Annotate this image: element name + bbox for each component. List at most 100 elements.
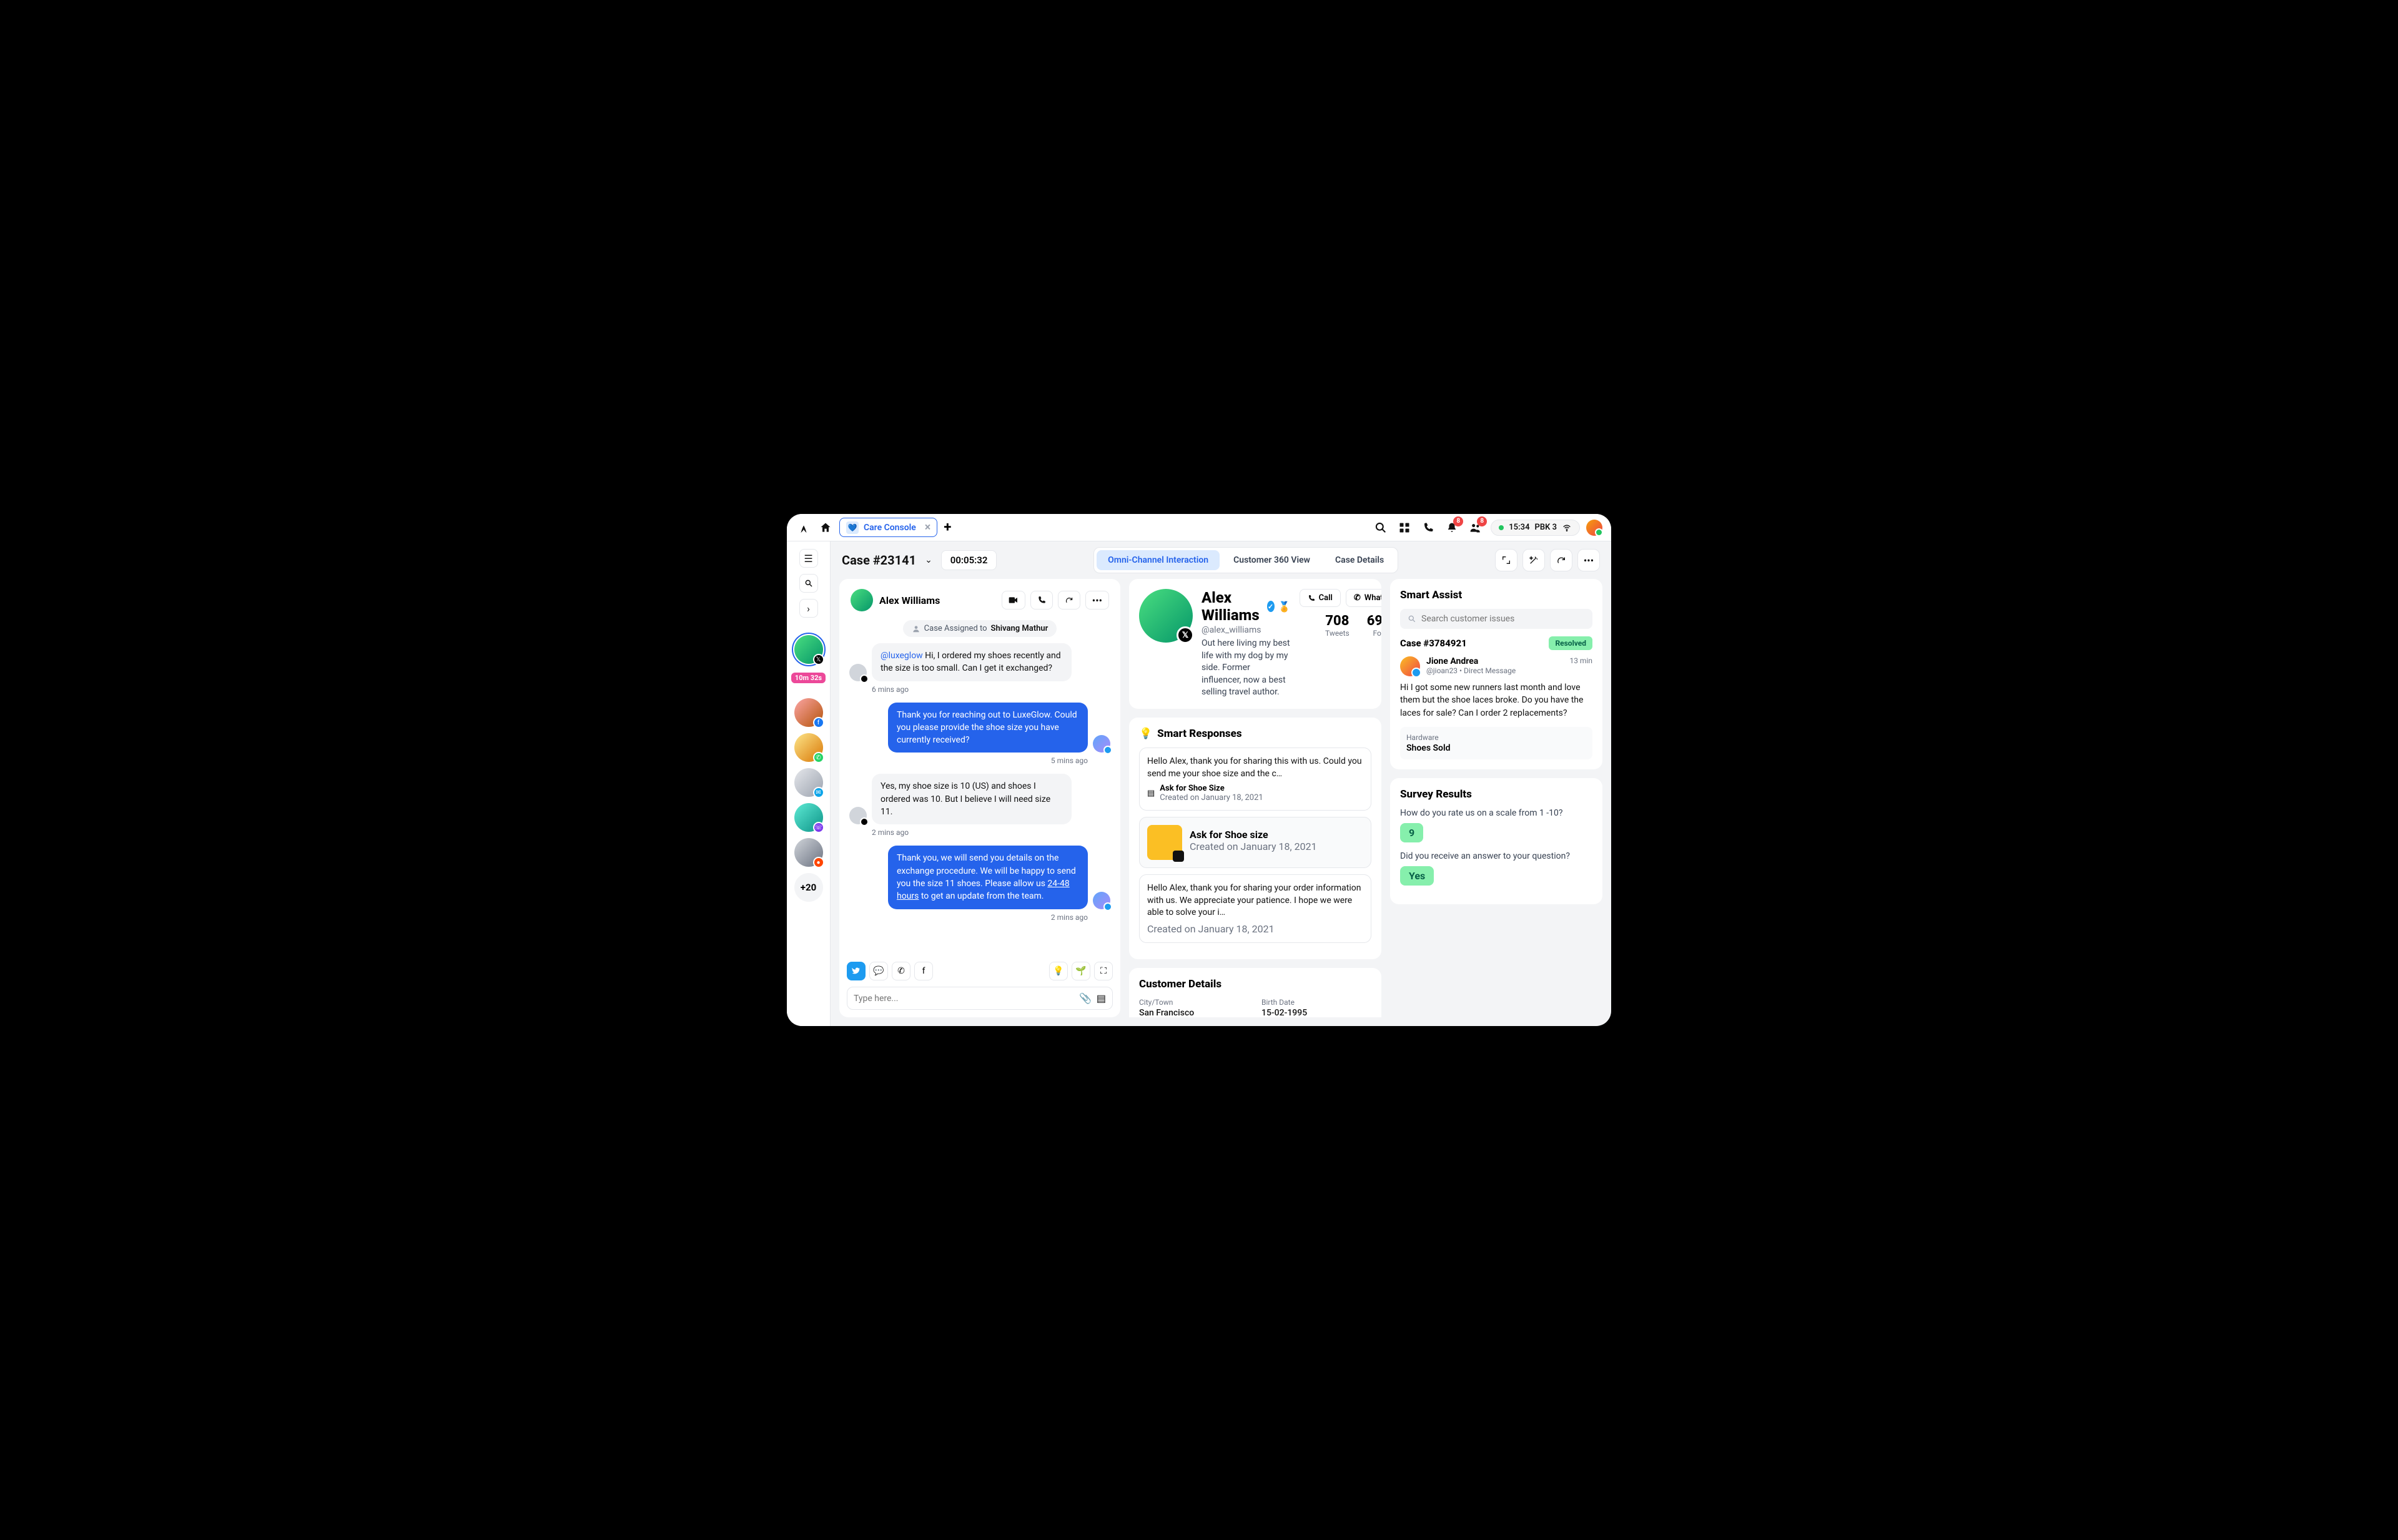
collapse-icon[interactable] <box>1495 549 1517 571</box>
workspace-tab[interactable]: 💙 Care Console × <box>839 518 937 537</box>
people-badge: 8 <box>1477 516 1487 526</box>
profile-name: Alex Williams <box>1201 589 1263 624</box>
stat-followers: 69.12KFollowers <box>1367 613 1381 638</box>
assist-summary: Hardware Shoes Sold <box>1400 727 1592 759</box>
people-icon[interactable]: 8 <box>1467 519 1484 536</box>
close-tab-icon[interactable]: × <box>925 521 931 534</box>
timestamp: 5 mins ago <box>849 756 1088 765</box>
stat-tweets: 708Tweets <box>1325 613 1349 638</box>
profile-avatar: 𝕏 <box>1139 589 1193 643</box>
status-desk: PBK 3 <box>1535 523 1557 532</box>
compose-input[interactable] <box>854 994 1074 1004</box>
assist-search-input[interactable] <box>1421 614 1585 624</box>
twitter-channel-icon[interactable] <box>847 962 866 980</box>
profile-card: 𝕏 Alex Williams✓🏅 @alex_williams Out her… <box>1129 579 1381 709</box>
conversation-avatar-5[interactable]: ☏ <box>794 803 823 832</box>
case-title: Case #23141 <box>842 553 916 568</box>
video-call-icon[interactable] <box>1002 591 1025 610</box>
app-window: 💙 Care Console × + 8 8 15:34 PBK 3 <box>787 514 1611 1026</box>
status-badge: Resolved <box>1549 636 1592 650</box>
expand-icon[interactable]: ⛶ <box>1094 962 1113 980</box>
topbar: 💙 Care Console × + 8 8 15:34 PBK 3 <box>787 514 1611 541</box>
facebook-channel-icon[interactable]: f <box>914 962 933 980</box>
assist-user-name: Jione Andrea <box>1426 656 1563 666</box>
customer-name: Alex Williams <box>879 595 940 606</box>
tab-customer-360[interactable]: Customer 360 View <box>1222 550 1321 570</box>
bell-icon[interactable]: 8 <box>1443 519 1461 536</box>
chat-more-icon[interactable]: ••• <box>1085 591 1109 610</box>
notif-badge: 8 <box>1453 516 1463 526</box>
more-icon[interactable]: ••• <box>1577 549 1600 571</box>
person-icon <box>912 624 920 633</box>
refresh-icon[interactable] <box>1550 549 1572 571</box>
phone-icon[interactable] <box>1419 519 1437 536</box>
conversation-avatar-3[interactable]: ✆ <box>794 733 823 762</box>
smart-response-item[interactable]: Hello Alex, thank you for sharing this w… <box>1139 748 1371 811</box>
rail-search-icon[interactable] <box>799 574 818 593</box>
whatsapp-icon: ✆ <box>813 752 824 763</box>
magic-icon[interactable] <box>1522 549 1545 571</box>
survey-a1: 9 <box>1400 823 1423 842</box>
detail-birth: Birth Date15-02-1995 <box>1261 998 1371 1017</box>
chat-refresh-icon[interactable] <box>1058 591 1080 610</box>
home-icon[interactable] <box>818 520 833 535</box>
assist-case-id: Case #3784921 <box>1400 638 1467 649</box>
msg-avatar <box>1093 892 1110 909</box>
whatsapp-channel-icon[interactable]: ✆ <box>892 962 910 980</box>
smart-response-item[interactable]: Ask for Shoe size Created on January 18,… <box>1139 817 1371 868</box>
template-icon[interactable]: ▤ <box>1097 992 1106 1004</box>
conversation-avatar-1[interactable]: 𝕏 <box>794 635 823 664</box>
more-conversations[interactable]: +20 <box>794 873 823 902</box>
verified-icon: ✓ <box>1267 601 1275 612</box>
inbound-message: @luxeglow Hi, I ordered my shoes recentl… <box>872 643 1072 681</box>
sms-channel-icon[interactable]: 💬 <box>869 962 888 980</box>
conversation-avatar-6[interactable]: ● <box>794 838 823 867</box>
inbound-message: Yes, my shoe size is 10 (US) and shoes I… <box>872 774 1072 824</box>
search-icon[interactable] <box>1372 519 1389 536</box>
survey-a2: Yes <box>1400 866 1434 886</box>
smart-assist-card: Smart Assist Case #3784921 Resolved Jion… <box>1390 579 1602 769</box>
smart-responses-card: 💡Smart Responses Hello Alex, thank you f… <box>1129 718 1381 959</box>
bulb-icon[interactable]: 💡 <box>1049 962 1068 980</box>
call-button[interactable]: Call <box>1300 589 1341 607</box>
x-platform-icon: 𝕏 <box>813 654 824 665</box>
conversation-avatar-2[interactable]: f <box>794 698 823 727</box>
profile-handle: @alex_williams <box>1201 625 1291 635</box>
voice-call-icon[interactable] <box>1030 591 1053 610</box>
active-conv-timer: 10m 32s <box>791 673 826 683</box>
x-badge-icon: 𝕏 <box>1177 626 1194 644</box>
tab-omni-channel[interactable]: Omni-Channel Interaction <box>1097 550 1220 570</box>
compose-box: 📎 ▤ <box>847 987 1113 1010</box>
conversation-avatar-4[interactable]: ✉ <box>794 768 823 797</box>
status-time: 15:34 <box>1509 523 1529 532</box>
outbound-message: Thank you for reaching out to LuxeGlow. … <box>888 703 1088 753</box>
smart-response-item[interactable]: Hello Alex, thank you for sharing your o… <box>1139 874 1371 943</box>
leaf-icon[interactable]: 🌱 <box>1072 962 1090 980</box>
workspace-tab-label: Care Console <box>864 523 916 533</box>
facebook-icon: f <box>813 717 824 728</box>
user-avatar[interactable] <box>1586 520 1602 536</box>
whatsapp-button[interactable]: ✆ Whatsapp <box>1346 589 1381 607</box>
tab-case-details[interactable]: Case Details <box>1324 550 1395 570</box>
assist-time: 13 min <box>1569 656 1592 676</box>
status-pill[interactable]: 15:34 PBK 3 <box>1491 520 1580 536</box>
assist-user-avatar <box>1400 656 1420 676</box>
search-icon <box>1408 615 1416 623</box>
messenger-icon: ✉ <box>813 787 824 798</box>
chat-panel: Alex Williams ••• Case Assigned to Shiva… <box>839 579 1120 1017</box>
medal-icon: 🏅 <box>1278 601 1291 613</box>
outbound-message: Thank you, we will send you details on t… <box>888 846 1088 909</box>
assignment-pill: Case Assigned to Shivang Mathur <box>903 620 1057 637</box>
attach-icon[interactable]: 📎 <box>1079 992 1092 1004</box>
case-dropdown-icon[interactable]: ⌄ <box>925 555 932 565</box>
assist-body: Hi I got some new runners last month and… <box>1400 681 1592 719</box>
left-rail: ☰ › 𝕏 10m 32s f ✆ ✉ ☏ ● +20 <box>787 541 831 1026</box>
apps-grid-icon[interactable] <box>1396 519 1413 536</box>
add-tab-icon[interactable]: + <box>944 520 951 535</box>
chevron-right-icon[interactable]: › <box>799 599 818 618</box>
menu-icon[interactable]: ☰ <box>799 549 818 568</box>
viber-icon: ☏ <box>813 822 824 833</box>
survey-q1: How do you rate us on a scale from 1 -10… <box>1400 808 1592 818</box>
bulb-icon: 💡 <box>1139 728 1152 740</box>
shoe-thumb-icon <box>1147 825 1182 860</box>
